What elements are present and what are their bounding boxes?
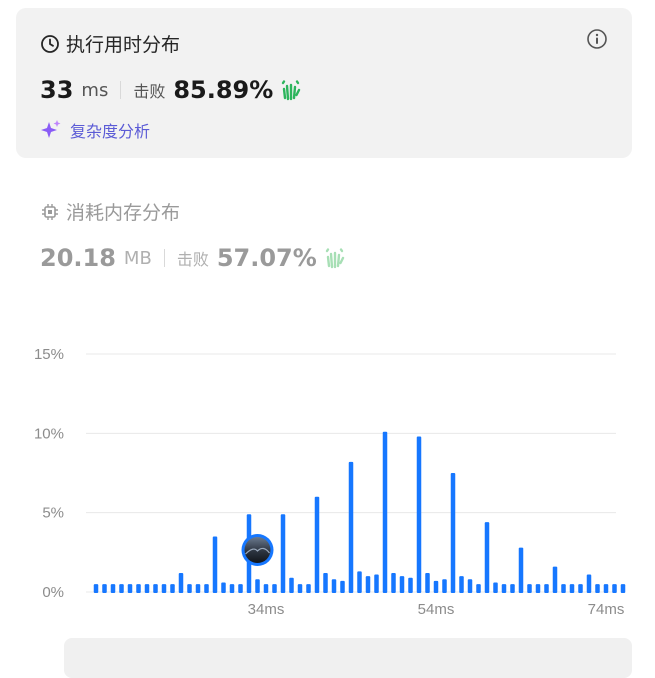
chart-bar [340,580,345,593]
chart-bar [595,584,600,593]
chart-bar [484,522,490,593]
chart-bar [161,584,167,593]
runtime-unit: ms [81,79,109,101]
chart-bar [399,576,405,593]
chart-bar [544,584,549,593]
runtime-beats-value: 85.89% [173,76,274,104]
memory-unit: MB [123,247,152,269]
chart-bar [527,584,532,593]
runtime-title-row: 执行用时分布 [40,30,180,57]
y-tick-label: 5% [42,505,64,522]
code-card [64,638,632,678]
divider [163,249,165,267]
runtime-beats-label: 击败 [133,82,166,101]
memory-title-row[interactable]: 消耗内存分布 [40,198,180,225]
chart-bar [314,496,320,593]
y-tick-label: 15% [34,346,64,363]
memory-value: 20.18 [40,244,116,272]
x-tick-label: 54ms [418,601,455,618]
chart-bar [365,576,371,593]
chart-bar [501,584,507,593]
chart-bar [212,536,218,593]
chart-bar [459,576,464,593]
memory-title: 消耗内存分布 [66,202,181,224]
runtime-value: 33 [40,76,74,104]
chart-bar [450,473,456,593]
chart-bar [127,584,133,593]
chart-bar [620,584,626,593]
chart-bar [110,584,116,593]
chart-bar [221,582,226,593]
chart-bar [476,584,481,593]
chart-bar [612,584,617,593]
chart-bar [297,584,303,593]
sparkle-icon [40,119,62,141]
chart-bar [493,582,498,593]
chart-bar [144,584,150,593]
chart-bar [382,431,388,593]
chart-bar [467,579,473,593]
memory-beats-label: 击败 [176,250,209,269]
chart-bar [357,571,362,593]
chart-bar [442,579,447,593]
chart-bar [323,572,328,593]
chart-bar [578,584,583,593]
chart-bar [255,579,260,593]
chart-bar [136,584,141,593]
x-tick-label: 34ms [248,601,285,618]
chart-bar [535,584,541,593]
complexity-analysis-label: 复杂度分析 [70,122,151,141]
chart-bar [93,584,99,593]
chart-bar [272,584,277,593]
chart-bar [374,574,379,593]
runtime-title: 执行用时分布 [66,34,181,56]
chart-bar [178,572,184,593]
runtime-card: 执行用时分布 33 ms 击败 85.89% 复杂度分析 [16,8,632,158]
chart-bar [348,461,354,593]
chart-bar [603,584,609,593]
chart-bar [204,584,209,593]
chart-bar [552,566,558,593]
clap-icon [323,246,347,270]
chart-bar [416,436,422,593]
y-tick-label: 0% [42,584,64,601]
chart-bar [391,572,396,593]
chart-bar [153,584,158,593]
runtime-distribution-chart[interactable]: 0% 5% 10% 15% 34ms 54ms 74ms [0,330,655,630]
chart-bar [102,584,107,593]
y-tick-label: 10% [34,425,64,442]
chart-bar [586,574,592,593]
chart-bar [280,514,286,593]
clock-icon [40,34,60,54]
chart-bar [408,577,413,593]
chart-bar [510,584,515,593]
chart-bar [229,584,235,593]
chip-icon [40,202,60,222]
memory-beats-value: 57.07% [216,244,317,272]
chart-bar [331,579,337,593]
chart-bar [425,572,430,593]
chart-bar [263,584,269,593]
memory-stat-row: 20.18 MB 击败 57.07% [40,244,347,272]
chart-bar [518,547,524,593]
chart-bar [170,584,175,593]
chart-bar [195,584,201,593]
clap-icon [279,78,303,102]
runtime-stat-row: 33 ms 击败 85.89% [40,76,303,104]
chart-bar [238,584,243,593]
chart-bar [561,584,566,593]
x-tick-label: 74ms [588,601,625,618]
chart-bar [119,584,124,593]
info-icon[interactable] [586,28,608,50]
complexity-analysis-link[interactable]: 复杂度分析 [40,118,150,142]
chart-bar [306,584,311,593]
chart-bar [187,584,192,593]
chart-bar [433,580,439,593]
chart-bar [289,577,294,593]
divider [120,81,122,99]
chart-bar [569,584,575,593]
